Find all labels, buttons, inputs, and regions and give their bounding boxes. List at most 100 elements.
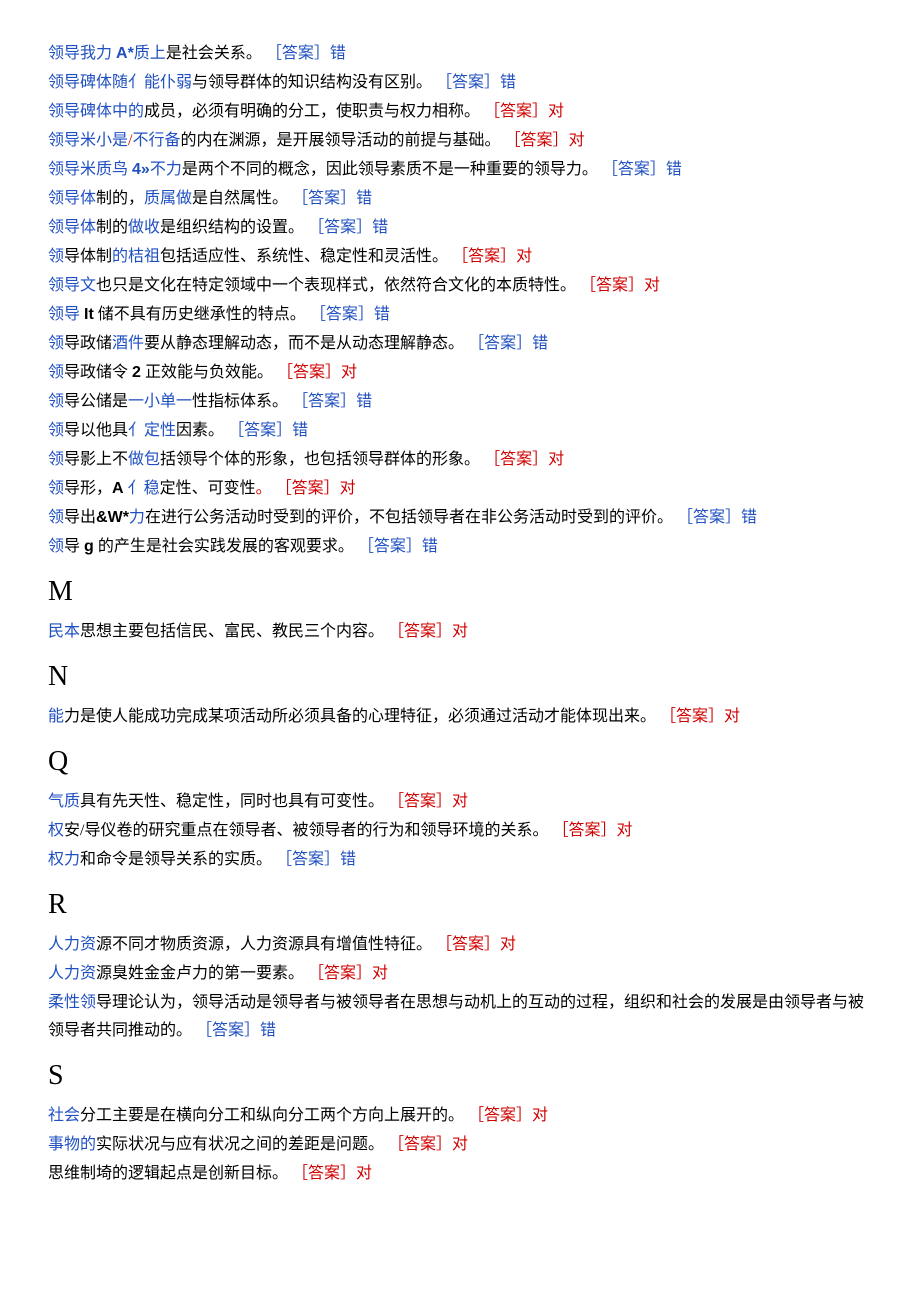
question-item: 领导米质鸟 4»不力是两个不同的概念，因此领导素质不是一种重要的领导力。 ［答案… (48, 156, 880, 184)
text-span: &W* (96, 509, 129, 526)
text-span: 亻定性 (128, 422, 176, 439)
text-span: ［答案］错 (677, 509, 757, 526)
text-span: 柔性领 (48, 994, 96, 1011)
text-span: A* (116, 45, 134, 62)
question-item: 民本思想主要包括信民、富民、教民三个内容。 ［答案］对 (48, 618, 880, 646)
text-span: ［答案］错 (292, 190, 372, 207)
question-item: 领导碑体随亻能仆弱与领导群体的知识结构没有区别。 ［答案］错 (48, 69, 880, 97)
text-span: 领 (48, 422, 64, 439)
text-span: 导出 (64, 509, 96, 526)
text-span: ［答案］错 (468, 335, 548, 352)
text-span: 具有先天性、稳定性，同时也具有可变性。 (80, 793, 388, 810)
text-span: 人力资 (48, 936, 96, 953)
text-span: ［答案］对 (292, 1165, 372, 1182)
text-span: 权力 (48, 851, 80, 868)
section-heading-N: N (48, 652, 880, 701)
text-span: ［答案］错 (292, 393, 372, 410)
text-span: ［答案］对 (436, 936, 516, 953)
question-item: 领导影上不做包括领导个体的形象，也包括领导群体的形象。 ［答案］对 (48, 446, 880, 474)
question-item: 领导米小是/不行备的内在渊源，是开展领导活动的前提与基础。 ［答案］对 (48, 127, 880, 155)
text-span: 括领导个体的形象，也包括领导群体的形象。 (160, 451, 484, 468)
question-item: 社会分工主要是在横向分工和纵向分工两个方向上展开的。 ［答案］对 (48, 1102, 880, 1130)
text-span: ［答案］对 (484, 103, 564, 120)
text-span: 领 (48, 509, 64, 526)
question-item: 领导公储是一小单一性指标体系。 ［答案］错 (48, 388, 880, 416)
text-span: 领导文 (48, 277, 96, 294)
text-span: 也只是文化在特定领域中一个表现样式，依然符合文化的本质特性。 (96, 277, 580, 294)
text-span: 是组织结构的设置。 (160, 219, 308, 236)
text-span: 制的， (96, 190, 144, 207)
text-span: 是两个不同的概念，因此领导素质不是一种重要的领导力。 (182, 161, 602, 178)
section-heading-R: R (48, 880, 880, 929)
question-item: 领导形，A 亻稳定性、可变性。 ［答案］对 (48, 475, 880, 503)
question-item: 领导 g 的产生是社会实践发展的客观要求。 ［答案］错 (48, 533, 880, 561)
question-item: 领导以他具亻定性因素。 ［答案］错 (48, 417, 880, 445)
text-span: 领导体 (48, 190, 96, 207)
question-item: 人力资源不同才物质资源，人力资源具有增值性特征。 ［答案］对 (48, 931, 880, 959)
text-span: 正效能与负效能。 (141, 364, 277, 381)
text-span: ［答案］错 (228, 422, 308, 439)
question-item: 领导碑体中的成员，必须有明确的分工，使职责与权力相称。 ［答案］对 (48, 98, 880, 126)
text-span: 领导米小是 (48, 132, 128, 149)
text-span: 。 (256, 480, 276, 497)
question-item: 领导出&W*力在进行公务活动时受到的评价，不包括领导者在非公务活动时受到的评价。… (48, 504, 880, 532)
text-span: 领导米质鸟 (48, 161, 132, 178)
text-span: ［答案］对 (505, 132, 585, 149)
question-item: 能力是使人能成功完成某项活动所必须具备的心理特征，必须通过活动才能体现出来。 ［… (48, 703, 880, 731)
text-span: 事物的 (48, 1136, 96, 1153)
text-span: ［答案］错 (276, 851, 356, 868)
text-span: ［答案］对 (660, 708, 740, 725)
text-span: 亻稳 (124, 480, 160, 497)
text-span: 分工主要是在横向分工和纵向分工两个方向上展开的。 (80, 1107, 468, 1124)
text-span: 领导我力 (48, 45, 116, 62)
text-span: 成员，必须有明确的分工，使职责与权力相称。 (144, 103, 484, 120)
text-span: 安/导仪卷的研究重点在领导者、被领导者的行为和领导环境的关系。 (64, 822, 552, 839)
text-span: 导公储是 (64, 393, 128, 410)
question-item: 领导政储酒件要从静态理解动态，而不是从动态理解静态。 ［答案］错 (48, 330, 880, 358)
text-span: 要从静态理解动态，而不是从动态理解静态。 (144, 335, 468, 352)
text-span: 的桔祖 (112, 248, 160, 265)
text-span: 力是使人能成功完成某项活动所必须具备的心理特征，必须通过活动才能体现出来。 (64, 708, 660, 725)
text-span: 储不具有历史继承性的特点。 (94, 306, 310, 323)
text-span: 领 (48, 335, 64, 352)
text-span: ［答案］错 (358, 538, 438, 555)
text-span: 力 (129, 509, 145, 526)
text-span: ［答案］对 (388, 623, 468, 640)
question-item: 领导体制的做收是组织结构的设置。 ［答案］错 (48, 214, 880, 242)
text-span: 的内在渊源，是开展领导活动的前提与基础。 (180, 132, 504, 149)
text-span: ［答案］对 (580, 277, 660, 294)
text-span: 做包 (128, 451, 160, 468)
question-item: 思维制埼的逻辑起点是创新目标。 ［答案］对 (48, 1160, 880, 1188)
text-span: 不行备 (132, 132, 180, 149)
text-span: 领 (48, 480, 64, 497)
text-span: 导政储 (64, 335, 112, 352)
text-span: ［答案］对 (388, 793, 468, 810)
text-span: ［答案］对 (484, 451, 564, 468)
text-span: 领导 (48, 306, 84, 323)
text-span: 民本 (48, 623, 80, 640)
text-span: 权 (48, 822, 64, 839)
text-span: 和命令是领导关系的实质。 (80, 851, 276, 868)
text-span: ［答案］错 (310, 306, 390, 323)
question-item: 权安/导仪卷的研究重点在领导者、被领导者的行为和领导环境的关系。 ［答案］对 (48, 817, 880, 845)
text-span: 导形， (64, 480, 112, 497)
text-span: 酒件 (112, 335, 144, 352)
text-span: 导政储令 (64, 364, 132, 381)
text-span: ［答案］对 (277, 364, 357, 381)
text-span: 不力 (150, 161, 182, 178)
text-span: 2 (132, 364, 141, 381)
text-span: 领 (48, 393, 64, 410)
text-span: ［答案］错 (196, 1022, 276, 1039)
text-span: ［答案］错 (308, 219, 388, 236)
text-span: 导体制 (64, 248, 112, 265)
question-item: 领导政储令 2 正效能与负效能。 ［答案］对 (48, 359, 880, 387)
text-span: ［答案］对 (276, 480, 356, 497)
text-span: 领导碑体中的 (48, 103, 144, 120)
text-span: 社会 (48, 1107, 80, 1124)
text-span: ［答案］对 (308, 965, 388, 982)
text-span: 能 (48, 708, 64, 725)
text-span: ［答案］错 (266, 45, 346, 62)
text-span: 导 (64, 538, 84, 555)
question-item: 人力资源臭姓金金卢力的第一要素。 ［答案］对 (48, 960, 880, 988)
question-item: 事物的实际状况与应有状况之间的差距是问题。 ［答案］对 (48, 1131, 880, 1159)
